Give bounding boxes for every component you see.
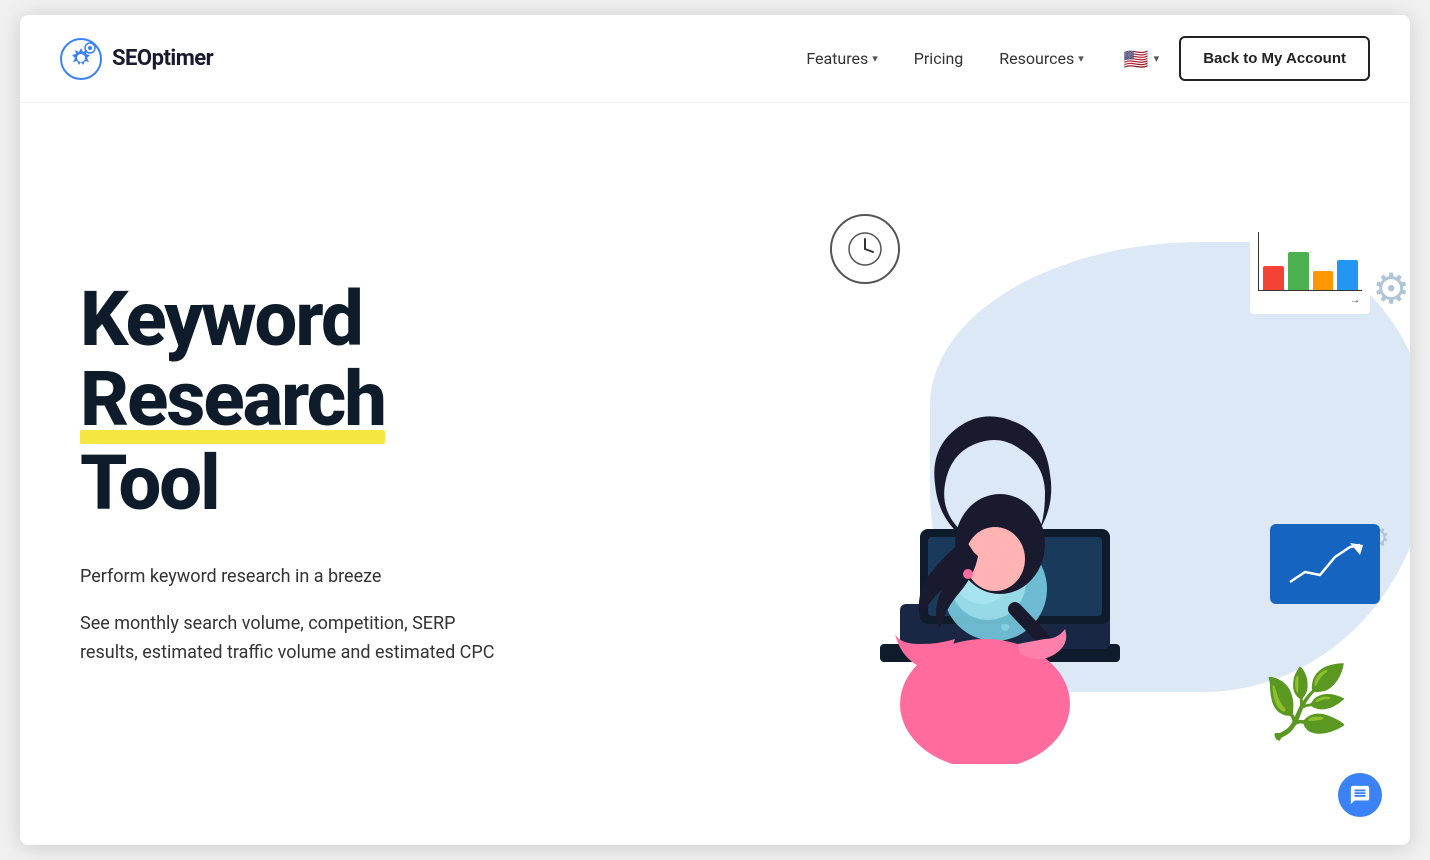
nav-resources[interactable]: Resources ▾ bbox=[999, 49, 1083, 68]
chat-button[interactable] bbox=[1338, 773, 1382, 817]
plant-icon: 🌿 bbox=[1263, 662, 1350, 744]
hero-title: Keyword Research Tool bbox=[80, 280, 510, 523]
clock-icon bbox=[830, 214, 900, 284]
language-selector[interactable]: 🇺🇸 ▾ bbox=[1124, 47, 1159, 71]
hero-illustration: ⚙ ⚙ ⚙ bbox=[750, 184, 1410, 764]
resources-chevron-icon: ▾ bbox=[1078, 52, 1084, 65]
nav-links: Features ▾ Pricing Resources ▾ bbox=[806, 49, 1083, 68]
highlight-research: Research bbox=[80, 360, 385, 444]
bar-red bbox=[1263, 266, 1284, 290]
logo-icon bbox=[60, 38, 102, 80]
bar-blue bbox=[1337, 260, 1358, 290]
navbar: SEOptimer Features ▾ Pricing Resources ▾… bbox=[20, 15, 1410, 103]
chat-icon bbox=[1349, 784, 1371, 806]
logo-text: SEOptimer bbox=[112, 46, 213, 71]
hero-section: Keyword Research Tool Perform keyword re… bbox=[20, 103, 1410, 845]
hero-text: Keyword Research Tool Perform keyword re… bbox=[80, 280, 510, 668]
hero-subtitle1: Perform keyword research in a breeze bbox=[80, 563, 510, 590]
nav-features[interactable]: Features ▾ bbox=[806, 49, 877, 68]
bar-green bbox=[1288, 252, 1309, 290]
language-chevron-icon: ▾ bbox=[1154, 52, 1160, 65]
nav-pricing[interactable]: Pricing bbox=[914, 49, 964, 68]
logo[interactable]: SEOptimer bbox=[60, 38, 213, 80]
bar-orange bbox=[1313, 271, 1334, 290]
back-to-account-button[interactable]: Back to My Account bbox=[1179, 36, 1370, 81]
features-chevron-icon: ▾ bbox=[872, 52, 878, 65]
hero-subtitle2: See monthly search volume, competition, … bbox=[80, 610, 510, 668]
nav-right: 🇺🇸 ▾ Back to My Account bbox=[1124, 36, 1370, 81]
gear-icon-1: ⚙ bbox=[1372, 264, 1410, 314]
main-window: SEOptimer Features ▾ Pricing Resources ▾… bbox=[20, 15, 1410, 845]
person-illustration bbox=[800, 334, 1180, 764]
us-flag-icon: 🇺🇸 bbox=[1124, 47, 1149, 71]
bar-chart-card: → bbox=[1250, 224, 1370, 314]
trend-chart-card bbox=[1270, 524, 1380, 604]
